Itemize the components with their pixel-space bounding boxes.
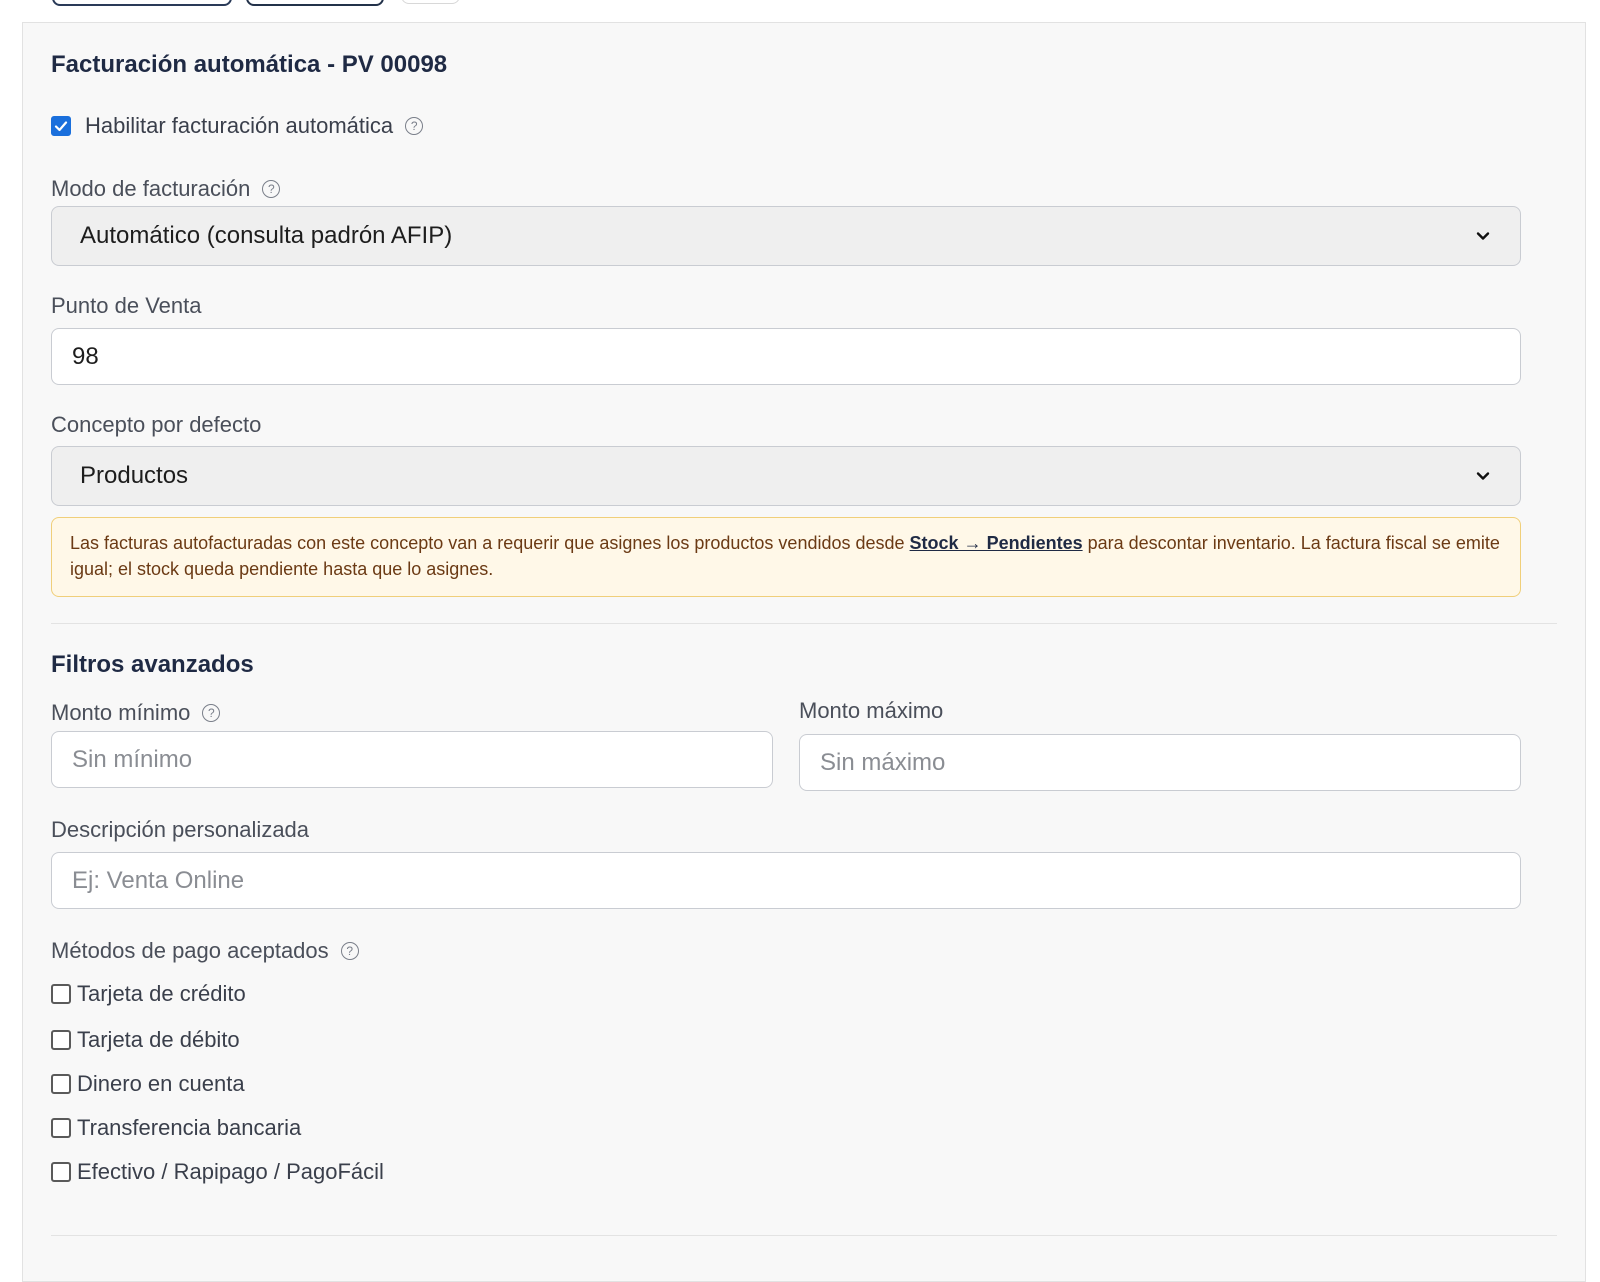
custom-description-label: Descripción personalizada bbox=[51, 817, 310, 842]
payment-method-row[interactable]: Dinero en cuenta bbox=[51, 1071, 245, 1097]
advanced-filters-title: Filtros avanzados bbox=[51, 651, 254, 678]
auto-billing-panel: Facturación automática - PV 00098 Habili… bbox=[22, 22, 1586, 1282]
max-amount-placeholder: Sin máximo bbox=[820, 748, 946, 776]
payment-method-checkbox-cash[interactable] bbox=[51, 1162, 71, 1182]
payment-method-label: Tarjeta de débito bbox=[77, 1027, 240, 1052]
help-circle-icon[interactable]: ? bbox=[405, 117, 424, 135]
notice-text-before: Las facturas autofacturadas con este con… bbox=[70, 533, 905, 553]
payment-method-label: Dinero en cuenta bbox=[77, 1071, 245, 1096]
enable-auto-billing-row[interactable]: Habilitar facturación automática ? bbox=[51, 113, 424, 139]
payment-method-label: Tarjeta de crédito bbox=[77, 981, 246, 1006]
point-of-sale-input[interactable]: 98 bbox=[51, 328, 1521, 385]
enable-auto-billing-checkbox[interactable] bbox=[51, 116, 71, 136]
payment-method-row[interactable]: Efectivo / Rapipago / PagoFácil bbox=[51, 1159, 384, 1185]
payment-method-row[interactable]: Transferencia bancaria bbox=[51, 1115, 301, 1141]
bottom-divider bbox=[51, 1235, 1557, 1236]
stock-pending-link[interactable]: Stock → Pendientes bbox=[910, 533, 1083, 553]
payment-method-checkbox-account[interactable] bbox=[51, 1074, 71, 1094]
min-amount-placeholder: Sin mínimo bbox=[72, 745, 193, 773]
billing-mode-value: Automático (consulta padrón AFIP) bbox=[80, 222, 453, 249]
payment-methods-label: Métodos de pago aceptados ? bbox=[51, 938, 359, 964]
section-title: Facturación automática - PV 00098 bbox=[51, 51, 448, 78]
chevron-down-icon bbox=[1476, 232, 1490, 240]
help-circle-icon[interactable]: ? bbox=[262, 180, 281, 198]
custom-description-placeholder: Ej: Venta Online bbox=[72, 866, 245, 894]
min-amount-label: Monto mínimo ? bbox=[51, 700, 221, 726]
custom-description-input[interactable]: Ej: Venta Online bbox=[51, 852, 1521, 909]
billing-mode-select[interactable]: Automático (consulta padrón AFIP) bbox=[51, 206, 1521, 266]
billing-mode-label-text: Modo de facturación bbox=[51, 176, 251, 201]
payment-method-checkbox-credit[interactable] bbox=[51, 984, 71, 1004]
section-divider bbox=[51, 623, 1557, 624]
point-of-sale-value: 98 bbox=[72, 342, 99, 370]
chevron-down-icon bbox=[1476, 472, 1490, 480]
default-concept-value: Productos bbox=[80, 462, 189, 489]
payment-method-label: Efectivo / Rapipago / PagoFácil bbox=[77, 1159, 384, 1184]
help-circle-icon[interactable]: ? bbox=[340, 942, 359, 960]
stock-notice: Las facturas autofacturadas con este con… bbox=[51, 517, 1521, 597]
top-primary-button[interactable] bbox=[52, 0, 232, 6]
top-tertiary-button[interactable] bbox=[401, 0, 460, 4]
default-concept-select[interactable]: Productos bbox=[51, 446, 1521, 506]
enable-auto-billing-label: Habilitar facturación automática bbox=[85, 113, 394, 138]
payment-methods-label-text: Métodos de pago aceptados bbox=[51, 938, 329, 963]
max-amount-label: Monto máximo bbox=[799, 698, 944, 723]
payment-method-checkbox-debit[interactable] bbox=[51, 1030, 71, 1050]
max-amount-input[interactable]: Sin máximo bbox=[799, 734, 1521, 791]
payment-method-label: Transferencia bancaria bbox=[77, 1115, 302, 1140]
payment-method-row[interactable]: Tarjeta de crédito bbox=[51, 981, 246, 1007]
help-circle-icon[interactable]: ? bbox=[202, 704, 221, 722]
payment-method-checkbox-transfer[interactable] bbox=[51, 1118, 71, 1138]
payment-method-row[interactable]: Tarjeta de débito bbox=[51, 1027, 240, 1053]
min-amount-input[interactable]: Sin mínimo bbox=[51, 731, 773, 788]
billing-mode-label: Modo de facturación ? bbox=[51, 176, 281, 202]
top-secondary-button[interactable] bbox=[246, 0, 384, 6]
default-concept-label: Concepto por defecto bbox=[51, 412, 262, 437]
min-amount-label-text: Monto mínimo bbox=[51, 700, 191, 725]
checkmark-icon bbox=[54, 121, 68, 132]
point-of-sale-label: Punto de Venta bbox=[51, 293, 202, 318]
